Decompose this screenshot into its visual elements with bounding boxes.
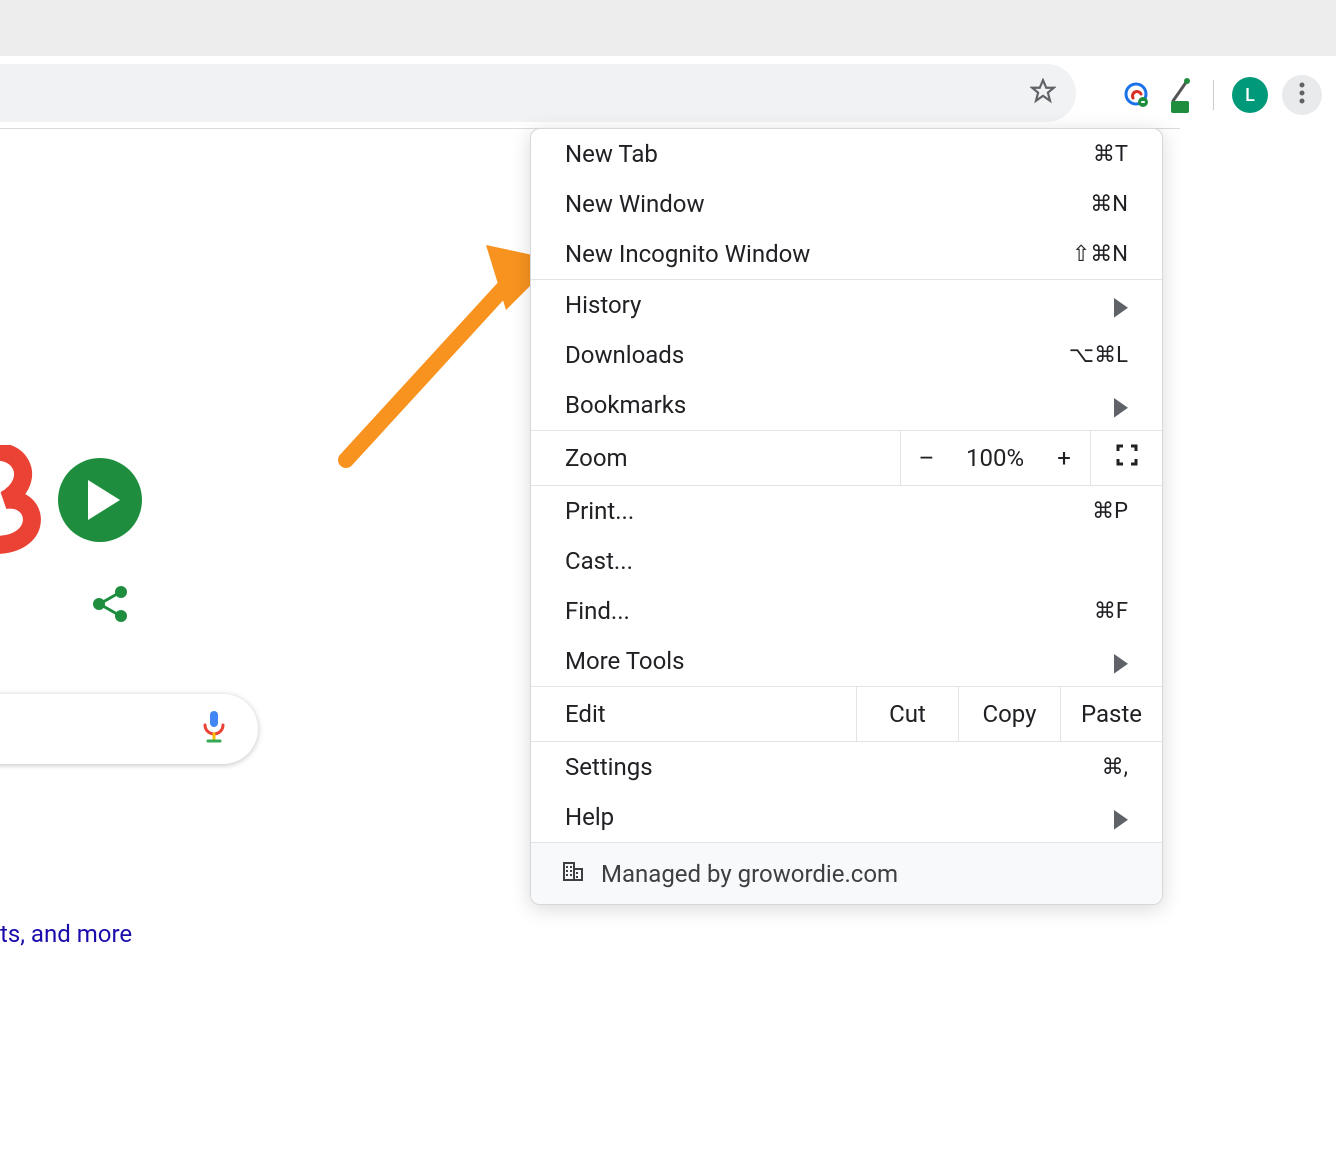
share-icon <box>88 582 132 630</box>
toolbar: L <box>0 64 1336 126</box>
star-icon[interactable] <box>1030 78 1056 108</box>
menu-shortcut: ⇧⌘N <box>1072 242 1128 267</box>
annotation-arrow <box>326 200 556 470</box>
avatar[interactable]: L <box>1232 77 1268 113</box>
menu-label: Cast... <box>565 547 633 575</box>
menu-label: Settings <box>565 753 653 781</box>
menu-footer-text: Managed by growordie.com <box>601 860 898 888</box>
menu-shortcut: ⌘N <box>1090 192 1128 217</box>
menu-item-settings[interactable]: Settings ⌘, <box>531 742 1162 792</box>
menu-label: New Window <box>565 190 704 218</box>
menu-label: New Tab <box>565 140 658 168</box>
zoom-label: Zoom <box>531 431 900 485</box>
menu-label: Find... <box>565 597 630 625</box>
menu-item-downloads[interactable]: Downloads ⌥⌘L <box>531 330 1162 380</box>
edit-paste-button[interactable]: Paste <box>1060 687 1162 741</box>
menu-shortcut: ⌘P <box>1092 499 1128 524</box>
menu-shortcut: ⌘, <box>1102 755 1128 780</box>
menu-item-help[interactable]: Help <box>531 792 1162 842</box>
menu-item-bookmarks[interactable]: Bookmarks <box>531 380 1162 430</box>
zoom-in-button[interactable]: + <box>1038 431 1090 485</box>
chevron-right-icon <box>1114 298 1128 312</box>
menu-item-new-incognito[interactable]: New Incognito Window ⇧⌘N <box>531 229 1162 279</box>
fullscreen-icon <box>1115 443 1139 473</box>
mic-icon[interactable] <box>200 709 228 749</box>
menu-shortcut: ⌥⌘L <box>1069 343 1128 368</box>
menu-label: New Incognito Window <box>565 240 810 268</box>
more-menu-button[interactable] <box>1282 75 1322 115</box>
omnibox[interactable] <box>0 64 1076 122</box>
toolbar-divider <box>1213 80 1214 110</box>
vertical-dots-icon <box>1299 82 1305 108</box>
menu-item-zoom: Zoom – 100% + <box>531 430 1162 486</box>
edit-copy-button[interactable]: Copy <box>958 687 1060 741</box>
menu-item-new-window[interactable]: New Window ⌘N <box>531 179 1162 229</box>
menu-shortcut: ⌘T <box>1093 142 1128 167</box>
chevron-right-icon <box>1114 810 1128 824</box>
chrome-tab-strip-area <box>0 0 1336 56</box>
extension-icon-2[interactable] <box>1165 77 1195 113</box>
chevron-right-icon <box>1114 654 1128 668</box>
menu-footer-managed[interactable]: Managed by growordie.com <box>531 842 1162 904</box>
chrome-main-menu: New Tab ⌘T New Window ⌘N New Incognito W… <box>530 128 1163 905</box>
menu-shortcut: ⌘F <box>1094 599 1128 624</box>
chevron-right-icon <box>1114 398 1128 412</box>
avatar-letter: L <box>1245 85 1255 106</box>
menu-item-find[interactable]: Find... ⌘F <box>531 586 1162 636</box>
menu-item-new-tab[interactable]: New Tab ⌘T <box>531 129 1162 179</box>
extension-icon-1[interactable] <box>1121 80 1151 110</box>
menu-label: Print... <box>565 497 634 525</box>
edit-cut-button[interactable]: Cut <box>856 687 958 741</box>
menu-item-print[interactable]: Print... ⌘P <box>531 486 1162 536</box>
edit-label: Edit <box>531 687 856 741</box>
zoom-out-button[interactable]: – <box>900 431 952 485</box>
menu-label: Downloads <box>565 341 684 369</box>
menu-label: History <box>565 291 641 319</box>
building-icon <box>561 859 585 889</box>
menu-item-more-tools[interactable]: More Tools <box>531 636 1162 686</box>
fullscreen-button[interactable] <box>1090 431 1162 485</box>
menu-item-history[interactable]: History <box>531 280 1162 330</box>
zoom-value: 100% <box>952 431 1038 485</box>
menu-label: Bookmarks <box>565 391 686 419</box>
link-fragment[interactable]: ts, and more <box>0 920 132 948</box>
menu-item-edit: Edit Cut Copy Paste <box>531 686 1162 742</box>
menu-item-cast[interactable]: Cast... <box>531 536 1162 586</box>
google-search-box[interactable] <box>0 694 258 764</box>
menu-label: Help <box>565 803 614 831</box>
menu-label: More Tools <box>565 647 685 675</box>
google-doodle-fragment <box>0 445 150 559</box>
